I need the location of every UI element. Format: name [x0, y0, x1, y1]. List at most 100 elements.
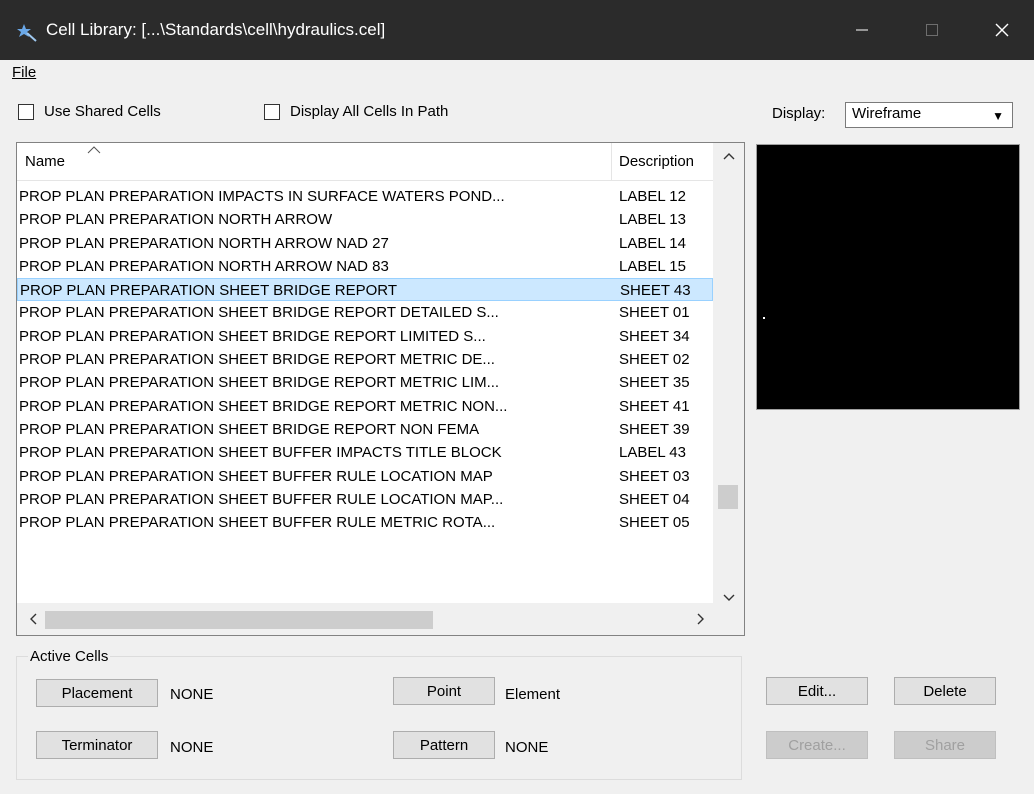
row-description: SHEET 03: [619, 467, 690, 485]
maximize-icon: [926, 24, 938, 36]
list-header: Name Description: [17, 143, 713, 181]
list-rows: PROP PLAN PREPARATION IMPACTS IN SURFACE…: [17, 185, 713, 534]
use-shared-cells-checkbox[interactable]: Use Shared Cells: [18, 103, 161, 120]
row-description: SHEET 41: [619, 397, 690, 415]
table-row[interactable]: PROP PLAN PREPARATION SHEET BRIDGE REPOR…: [17, 301, 713, 324]
row-name: PROP PLAN PREPARATION SHEET BRIDGE REPOR…: [19, 351, 495, 369]
terminator-value: NONE: [170, 739, 214, 756]
row-description: SHEET 39: [619, 420, 690, 438]
table-row[interactable]: PROP PLAN PREPARATION SHEET BRIDGE REPOR…: [17, 418, 713, 441]
minimize-button[interactable]: [834, 0, 890, 60]
table-row[interactable]: PROP PLAN PREPARATION SHEET BUFFER RULE …: [17, 465, 713, 488]
cell-preview: [756, 144, 1020, 410]
minimize-icon: [856, 29, 868, 31]
pattern-button[interactable]: Pattern: [393, 731, 495, 759]
row-name: PROP PLAN PREPARATION NORTH ARROW: [19, 211, 333, 229]
vertical-scrollbar[interactable]: [713, 143, 744, 615]
menu-file[interactable]: File: [12, 64, 36, 81]
scroll-right-button[interactable]: [689, 607, 713, 631]
row-description: SHEET 04: [619, 490, 690, 508]
vertical-scroll-thumb[interactable]: [718, 485, 738, 509]
scroll-left-button[interactable]: [21, 607, 45, 631]
placement-button[interactable]: Placement: [36, 679, 158, 707]
table-row[interactable]: PROP PLAN PREPARATION SHEET BRIDGE REPOR…: [17, 395, 713, 418]
cell-library-icon: [17, 24, 37, 42]
pattern-value: NONE: [505, 739, 549, 756]
chevron-left-icon: [30, 613, 37, 625]
row-name: PROP PLAN PREPARATION IMPACTS IN SURFACE…: [19, 188, 505, 205]
table-row[interactable]: PROP PLAN PREPARATION SHEET BUFFER IMPAC…: [17, 441, 713, 464]
close-button[interactable]: [974, 0, 1030, 60]
scroll-up-button[interactable]: [713, 143, 744, 169]
display-value: Wireframe: [852, 105, 922, 122]
row-name: PROP PLAN PREPARATION NORTH ARROW NAD 83: [19, 257, 389, 275]
row-description: LABEL 13: [619, 211, 686, 229]
row-description: SHEET 35: [619, 374, 690, 392]
dropdown-arrow-icon: ▼: [992, 109, 1004, 123]
checkbox-box[interactable]: [264, 103, 280, 120]
create-button[interactable]: Create...: [766, 731, 868, 759]
close-icon: [995, 23, 1009, 37]
table-row[interactable]: PROP PLAN PREPARATION NORTH ARROW LABEL 1…: [17, 208, 713, 231]
menu-bar: [0, 60, 1034, 86]
point-value: Element: [505, 686, 561, 703]
point-button-label: Point: [426, 682, 462, 700]
row-name: PROP PLAN PREPARATION SHEET BRIDGE REPOR…: [20, 282, 398, 300]
share-button[interactable]: Share: [894, 731, 996, 759]
table-row[interactable]: PROP PLAN PREPARATION SHEET BUFFER RULE …: [17, 511, 713, 534]
row-description: LABEL 15: [619, 257, 686, 275]
table-row[interactable]: PROP PLAN PREPARATION SHEET BRIDGE REPOR…: [17, 278, 713, 302]
display-all-cells-label: Display All Cells In Path: [290, 103, 449, 120]
placement-button-label: Placement: [61, 684, 133, 702]
cell-list[interactable]: Name Description PROP PLAN PREPARATION I…: [16, 142, 745, 636]
row-name: PROP PLAN PREPARATION SHEET BUFFER RULE …: [19, 490, 504, 508]
delete-button[interactable]: Delete: [894, 677, 996, 705]
preview-graphic: [763, 317, 765, 319]
table-row[interactable]: PROP PLAN PREPARATION IMPACTS IN SURFACE…: [17, 185, 713, 208]
column-header-name[interactable]: Name: [25, 153, 65, 170]
maximize-button[interactable]: [904, 0, 960, 60]
table-row[interactable]: PROP PLAN PREPARATION NORTH ARROW NAD 83…: [17, 255, 713, 278]
row-name: PROP PLAN PREPARATION SHEET BUFFER RULE …: [19, 467, 493, 485]
row-name: PROP PLAN PREPARATION SHEET BUFFER RULE …: [19, 514, 496, 532]
horizontal-scrollbar[interactable]: [17, 603, 744, 635]
horizontal-scroll-thumb[interactable]: [45, 611, 433, 629]
terminator-button-label: Terminator: [61, 736, 133, 754]
point-button[interactable]: Point: [393, 677, 495, 705]
table-row[interactable]: PROP PLAN PREPARATION SHEET BRIDGE REPOR…: [17, 348, 713, 371]
column-separator[interactable]: [611, 143, 612, 181]
placement-value: NONE: [170, 686, 214, 703]
display-select[interactable]: Wireframe ▼: [845, 102, 1013, 128]
edit-button[interactable]: Edit...: [766, 677, 868, 705]
row-description: SHEET 05: [619, 514, 690, 532]
chevron-up-icon: [723, 153, 734, 160]
table-row[interactable]: PROP PLAN PREPARATION SHEET BRIDGE REPOR…: [17, 325, 713, 348]
active-cells-label: Active Cells: [28, 648, 111, 665]
share-button-label: Share: [924, 736, 966, 754]
title-bar: Cell Library: [...\Standards\cell\hydrau…: [0, 0, 1034, 60]
table-row[interactable]: PROP PLAN PREPARATION NORTH ARROW NAD 27…: [17, 232, 713, 255]
pattern-button-label: Pattern: [419, 736, 469, 754]
checkbox-box[interactable]: [18, 103, 34, 120]
chevron-right-icon: [697, 613, 704, 625]
table-row[interactable]: PROP PLAN PREPARATION SHEET BRIDGE REPOR…: [17, 371, 713, 394]
row-description: SHEET 01: [619, 304, 690, 322]
row-name: PROP PLAN PREPARATION SHEET BRIDGE REPOR…: [19, 397, 508, 415]
row-description: SHEET 02: [619, 351, 690, 369]
row-name: PROP PLAN PREPARATION SHEET BRIDGE REPOR…: [19, 327, 486, 345]
row-name: PROP PLAN PREPARATION NORTH ARROW NAD 27: [19, 234, 389, 252]
row-name: PROP PLAN PREPARATION SHEET BRIDGE REPOR…: [19, 374, 500, 392]
use-shared-cells-label: Use Shared Cells: [44, 103, 161, 120]
column-header-description[interactable]: Description: [619, 153, 694, 170]
window-title: Cell Library: [...\Standards\cell\hydrau…: [46, 20, 386, 39]
table-row[interactable]: PROP PLAN PREPARATION SHEET BUFFER RULE …: [17, 488, 713, 511]
row-description: LABEL 14: [619, 234, 686, 252]
chevron-down-icon: [723, 594, 734, 601]
display-all-cells-checkbox[interactable]: Display All Cells In Path: [264, 103, 448, 120]
row-description: SHEET 34: [619, 327, 690, 345]
active-cells-group: [16, 656, 742, 780]
display-label: Display:: [772, 105, 826, 122]
row-description: SHEET 43: [620, 282, 691, 300]
terminator-button[interactable]: Terminator: [36, 731, 158, 759]
row-name: PROP PLAN PREPARATION SHEET BRIDGE REPOR…: [19, 420, 480, 438]
